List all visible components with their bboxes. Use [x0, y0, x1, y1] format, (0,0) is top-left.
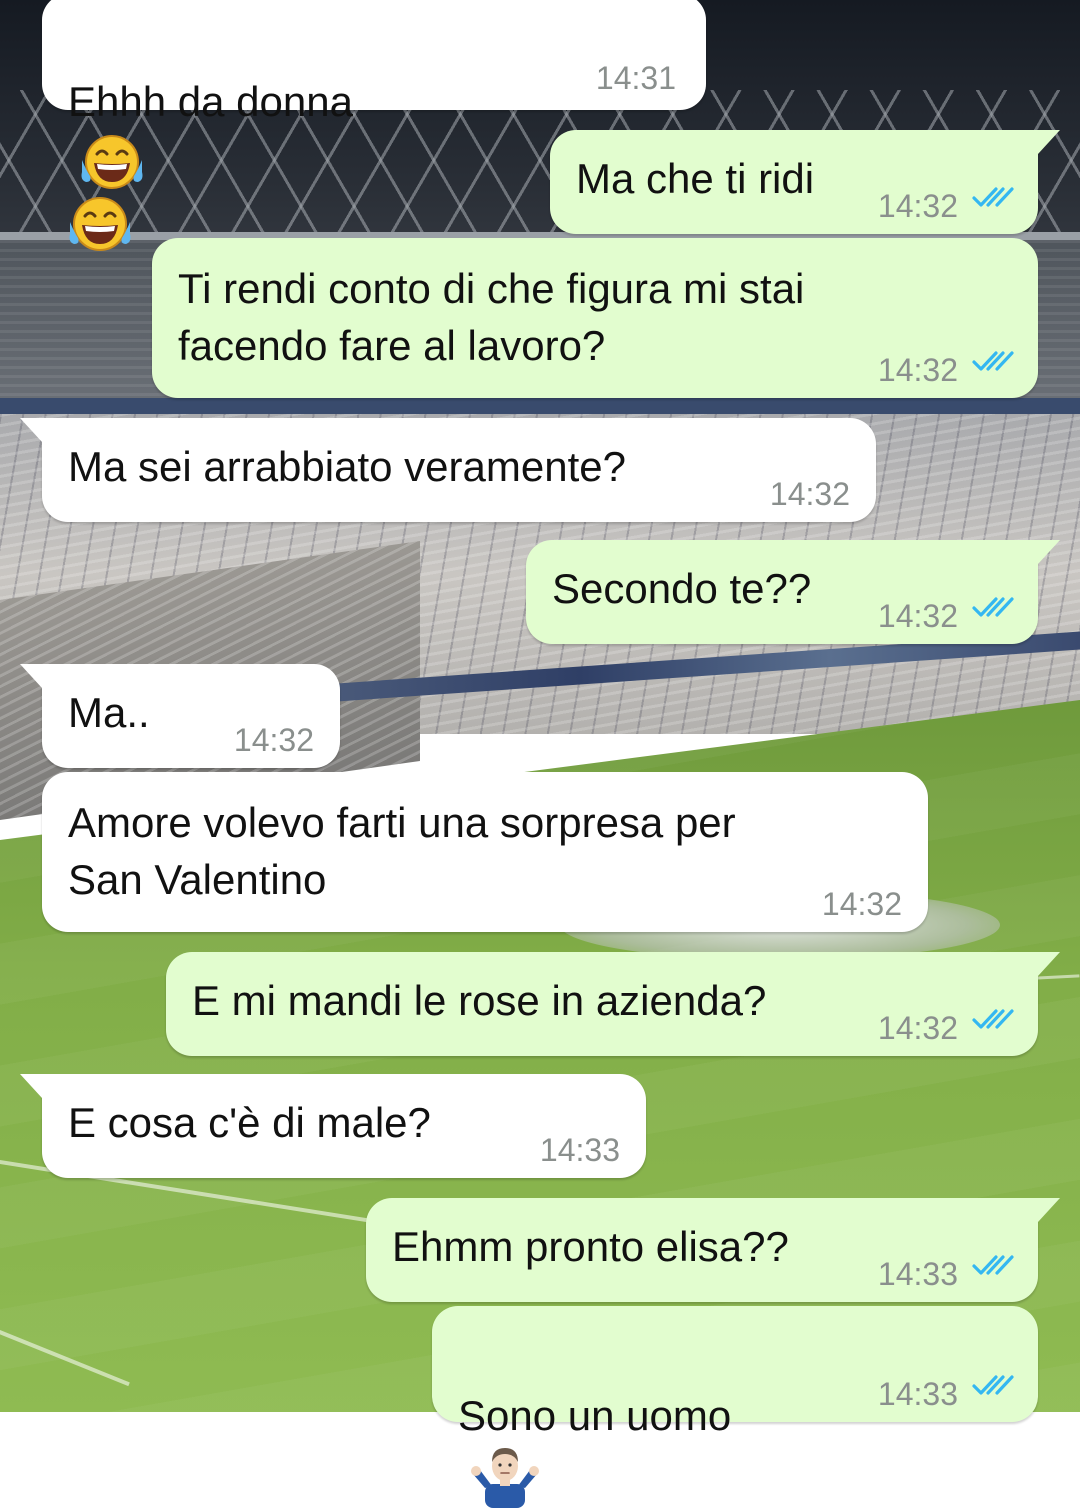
message-text: E cosa c'è di male?: [68, 1099, 431, 1146]
message-timestamp: 14:32: [821, 886, 902, 922]
message-bubble-outgoing[interactable]: Ti rendi conto di che figura mi stai fac…: [152, 238, 1038, 398]
message-text: Amore volevo farti una sorpresa per San …: [68, 799, 736, 903]
message-bubble-incoming[interactable]: E cosa c'è di male? 14:33: [20, 1074, 646, 1178]
message-text: E mi mandi le rose in azienda?: [192, 977, 767, 1024]
message-timestamp: 14:33: [539, 1132, 620, 1168]
read-double-check-icon: [972, 348, 1016, 374]
message-timestamp: 14:32: [877, 598, 958, 634]
message-text: Secondo te??: [552, 565, 812, 612]
read-double-check-icon: [972, 594, 1016, 620]
message-bubble-outgoing[interactable]: Ma che ti ridi 14:32: [550, 130, 1060, 234]
message-text: Sono un uomo: [458, 1330, 731, 1508]
message-text: Ma..: [68, 689, 150, 736]
message-text: Ehmm pronto elisa??: [392, 1223, 789, 1270]
read-double-check-icon: [972, 1372, 1016, 1398]
message-timestamp: 14:32: [877, 352, 958, 388]
message-bubble-incoming[interactable]: Ehhh da donna 14:31: [42, 0, 706, 110]
face-with-tears-of-joy-icon: [68, 194, 132, 254]
message-bubble-incoming[interactable]: Amore volevo farti una sorpresa per San …: [42, 772, 928, 932]
face-with-tears-of-joy-icon: [80, 132, 144, 192]
message-timestamp: 14:32: [877, 1010, 958, 1046]
message-bubble-incoming[interactable]: Ma.. 14:32: [20, 664, 340, 768]
message-text-content: Sono un uomo: [458, 1392, 732, 1439]
message-bubble-outgoing[interactable]: Sono un uomo 14:33: [432, 1306, 1038, 1422]
read-double-check-icon: [972, 1252, 1016, 1278]
message-timestamp: 14:31: [595, 60, 676, 96]
message-timestamp: 14:33: [877, 1256, 958, 1292]
message-timestamp: 14:32: [877, 188, 958, 224]
read-double-check-icon: [972, 1006, 1016, 1032]
read-double-check-icon: [972, 184, 1016, 210]
message-timestamp: 14:32: [233, 722, 314, 758]
chat-message-list[interactable]: Ehhh da donna 14:31 Ma che ti ridi 14:32…: [0, 0, 1080, 1412]
man-shrugging-icon: [470, 1444, 540, 1508]
message-text: Ma che ti ridi: [576, 155, 815, 202]
message-text: Ma sei arrabbiato veramente?: [68, 443, 626, 490]
message-bubble-outgoing[interactable]: Secondo te?? 14:32: [526, 540, 1060, 644]
message-bubble-incoming[interactable]: Ma sei arrabbiato veramente? 14:32: [20, 418, 876, 522]
message-timestamp: 14:32: [769, 476, 850, 512]
message-text: Ehhh da donna: [68, 16, 353, 254]
message-text-content: Ehhh da donna: [68, 78, 353, 125]
message-text: Ti rendi conto di che figura mi stai fac…: [178, 265, 805, 369]
message-bubble-outgoing[interactable]: E mi mandi le rose in azienda? 14:32: [166, 952, 1060, 1056]
message-timestamp: 14:33: [877, 1376, 958, 1412]
message-bubble-outgoing[interactable]: Ehmm pronto elisa?? 14:33: [366, 1198, 1060, 1302]
